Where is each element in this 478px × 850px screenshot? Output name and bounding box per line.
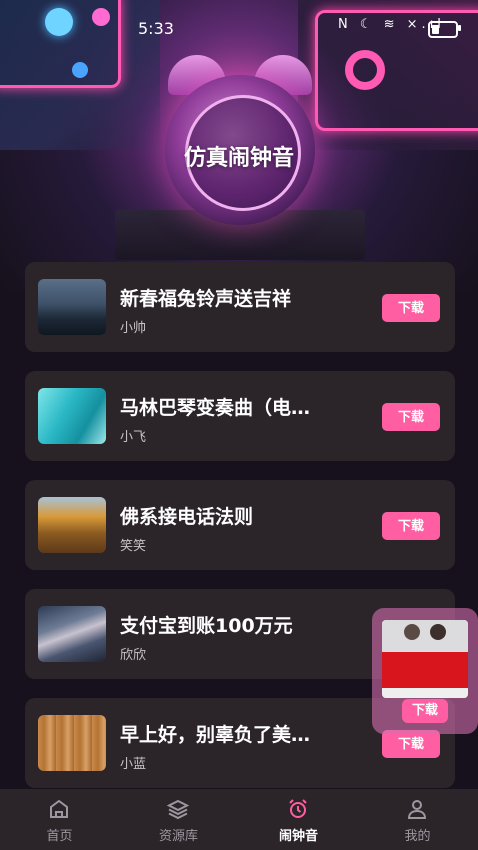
tab-alarm-sounds[interactable]: 闹钟音 — [239, 789, 358, 850]
list-item[interactable]: 新春福兔铃声送吉祥 小帅 下载 — [25, 262, 455, 352]
floating-player[interactable]: 下载 — [372, 608, 478, 734]
ringtone-title: 早上好，别辜负了美… — [120, 724, 311, 746]
battery-icon — [428, 21, 458, 38]
page-title: 仿真闹钟音 — [183, 146, 294, 171]
layers-icon — [166, 799, 190, 820]
download-button[interactable]: 下载 — [382, 730, 440, 758]
tab-label: 我的 — [404, 829, 431, 844]
ringtone-thumbnail — [38, 715, 106, 771]
status-bar: 5:33 N ☾ ≋ ×.ıl — [0, 0, 478, 56]
bottom-tab-bar: 首页 资源库 闹钟音 我的 — [0, 789, 478, 850]
download-button[interactable]: 下载 — [382, 403, 440, 431]
ringtone-thumbnail — [38, 279, 106, 335]
floating-download-button[interactable]: 下载 — [402, 699, 448, 723]
ringtone-title: 佛系接电话法则 — [120, 506, 254, 528]
list-item[interactable]: 佛系接电话法则 笑笑 下载 — [25, 480, 455, 570]
list-item[interactable]: 马林巴琴变奏曲（电… 小飞 下载 — [25, 371, 455, 461]
alarm-clock-icon — [289, 799, 307, 818]
ringtone-thumbnail — [38, 497, 106, 553]
tab-label: 资源库 — [158, 829, 198, 844]
download-button[interactable]: 下载 — [382, 294, 440, 322]
ringtone-author: 小帅 — [120, 321, 147, 336]
status-time: 5:33 — [138, 19, 174, 38]
home-icon — [50, 799, 68, 818]
ringtone-title: 新春福兔铃声送吉祥 — [120, 288, 292, 310]
ringtone-thumbnail — [38, 606, 106, 662]
ringtone-author: 笑笑 — [120, 539, 147, 554]
ringtone-author: 小飞 — [120, 430, 147, 445]
tab-home[interactable]: 首页 — [0, 789, 119, 850]
download-button[interactable]: 下载 — [382, 512, 440, 540]
user-icon — [407, 800, 427, 819]
ringtone-thumbnail — [38, 388, 106, 444]
ringtone-author: 欣欣 — [120, 648, 147, 663]
ringtone-title: 马林巴琴变奏曲（电… — [120, 397, 311, 419]
tab-profile[interactable]: 我的 — [358, 789, 477, 850]
tab-resources[interactable]: 资源库 — [119, 789, 238, 850]
tab-label: 闹钟音 — [278, 829, 318, 844]
ringtone-author: 小蓝 — [120, 757, 147, 772]
floating-player-artwork — [382, 620, 468, 698]
tab-label: 首页 — [46, 829, 73, 844]
ringtone-title: 支付宝到账100万元 — [120, 615, 293, 637]
